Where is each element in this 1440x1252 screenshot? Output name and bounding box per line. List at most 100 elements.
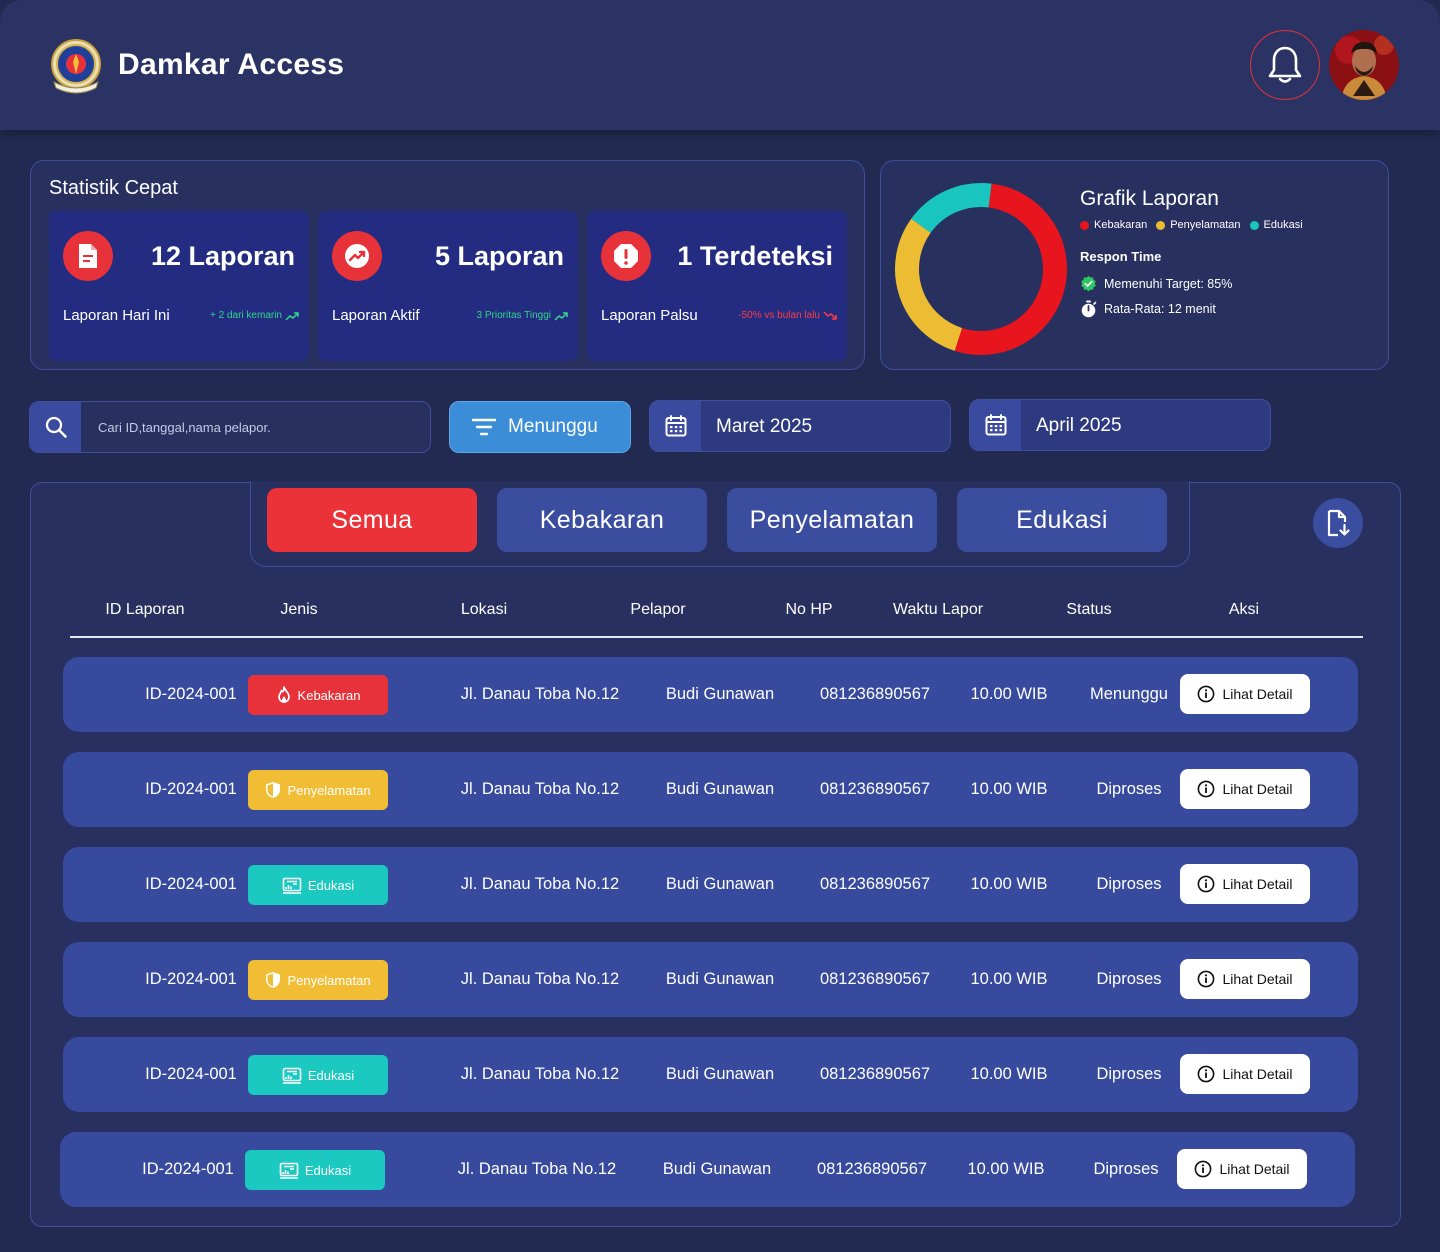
table-row: ID-2024-001 Edukasi Jl. Danau Toba No.12…: [63, 1037, 1358, 1112]
jenis-badge-edukasi: Edukasi: [248, 1055, 388, 1095]
cell-no-hp: 081236890567: [819, 1065, 931, 1083]
calendar-icon: [650, 401, 701, 451]
stat-label: Laporan Palsu: [601, 307, 698, 324]
respon-average-row: Rata-Rata: 12 menit: [1080, 300, 1216, 318]
info-icon: [1198, 970, 1215, 988]
cell-id: ID-2024-001: [145, 970, 237, 988]
document-icon: [63, 231, 113, 281]
status-filter-label: Menunggu: [508, 416, 598, 437]
tab-semua[interactable]: Semua: [267, 488, 477, 552]
cell-waktu: 10.00 WIB: [970, 685, 1048, 703]
cell-pelapor: Budi Gunawan: [665, 685, 775, 703]
stat-delta: 3 Prioritas Tinggi: [477, 310, 568, 321]
respon-time-title: Respon Time: [1080, 249, 1162, 264]
table-row: ID-2024-001 Penyelamatan Jl. Danau Toba …: [63, 752, 1358, 827]
category-tabs: Semua Kebakaran Penyelamatan Edukasi: [250, 481, 1190, 567]
respon-average-text: Rata-Rata: 12 menit: [1104, 302, 1216, 316]
presentation-icon: [279, 1162, 299, 1179]
chart-legend: Kebakaran Penyelamatan Edukasi: [1080, 219, 1303, 231]
jenis-badge-penyelamatan: Penyelamatan: [248, 770, 388, 810]
cell-pelapor: Budi Gunawan: [665, 970, 775, 988]
stat-card-laporan-hari-ini: 12 Laporan Laporan Hari Ini + 2 dari kem…: [49, 211, 309, 361]
lihat-detail-button[interactable]: Lihat Detail: [1180, 769, 1310, 809]
cell-id: ID-2024-001: [142, 1160, 234, 1178]
stat-value: 5 Laporan: [434, 241, 564, 271]
cell-status: Menunggu: [1090, 685, 1168, 703]
cell-pelapor: Budi Gunawan: [665, 1065, 775, 1083]
table-row: ID-2024-001 Kebakaran Jl. Danau Toba No.…: [63, 657, 1358, 732]
cell-id: ID-2024-001: [145, 875, 237, 893]
stat-value: 12 Laporan: [150, 241, 295, 271]
tab-kebakaran[interactable]: Kebakaran: [497, 488, 707, 552]
trend-down-icon: [823, 310, 837, 320]
cell-waktu: 10.00 WIB: [970, 780, 1048, 798]
tab-edukasi[interactable]: Edukasi: [957, 488, 1167, 552]
cell-id: ID-2024-001: [145, 780, 237, 798]
cell-pelapor: Budi Gunawan: [662, 1160, 772, 1178]
flame-icon: [277, 686, 290, 703]
table-row: ID-2024-001 Edukasi Jl. Danau Toba No.12…: [63, 847, 1358, 922]
date-to-picker[interactable]: April 2025: [969, 399, 1271, 451]
cell-pelapor: Budi Gunawan: [665, 875, 775, 893]
notification-button[interactable]: [1250, 30, 1320, 100]
jenis-badge-penyelamatan: Penyelamatan: [248, 960, 388, 1000]
respon-target-text: Memenuhi Target: 85%: [1104, 276, 1233, 291]
file-download-icon: [1327, 509, 1350, 537]
cell-waktu: 10.00 WIB: [967, 1160, 1045, 1178]
lihat-detail-label: Lihat Detail: [1222, 971, 1293, 987]
app-root: Damkar Access Statistik Cepat 12 Laporan…: [0, 0, 1440, 1252]
lihat-detail-button[interactable]: Lihat Detail: [1180, 959, 1310, 999]
calendar-icon: [970, 400, 1021, 450]
cell-no-hp: 081236890567: [819, 875, 931, 893]
presentation-icon: [282, 1067, 302, 1084]
stat-delta-text: -50% vs bulan lalu: [738, 310, 820, 321]
lihat-detail-button[interactable]: Lihat Detail: [1177, 1149, 1307, 1189]
stat-delta-text: + 2 dari kemarin: [210, 310, 282, 321]
jenis-label: Penyelamatan: [287, 972, 371, 988]
tab-penyelamatan[interactable]: Penyelamatan: [727, 488, 937, 552]
chart-panel: Grafik Laporan Kebakaran Penyelamatan Eduk…: [880, 160, 1389, 370]
cell-waktu: 10.00 WIB: [970, 970, 1048, 988]
lihat-detail-button[interactable]: Lihat Detail: [1180, 864, 1310, 904]
legend-item-edukasi: Edukasi: [1249, 219, 1303, 231]
top-header: Damkar Access: [0, 0, 1440, 130]
jenis-label: Penyelamatan: [287, 782, 371, 798]
search-box: [29, 401, 431, 453]
user-avatar[interactable]: [1329, 30, 1399, 100]
app-title: Damkar Access: [118, 48, 345, 81]
cell-no-hp: 081236890567: [819, 685, 931, 703]
lihat-detail-button[interactable]: Lihat Detail: [1180, 1054, 1310, 1094]
donut-slice-kebakaran: [954, 183, 1067, 355]
legend-label: Edukasi: [1263, 219, 1303, 231]
damkar-emblem-logo: [46, 36, 106, 96]
export-button[interactable]: [1313, 498, 1363, 548]
status-filter-button[interactable]: Menunggu: [449, 401, 631, 453]
legend-item-kebakaran: Kebakaran: [1080, 219, 1147, 231]
cell-id: ID-2024-001: [145, 1065, 237, 1083]
cell-waktu: 10.00 WIB: [970, 1065, 1048, 1083]
cell-status: Diproses: [1096, 875, 1162, 893]
search-icon[interactable]: [30, 402, 81, 452]
column-header-jenis: Jenis: [280, 601, 318, 618]
filter-icon: [472, 418, 496, 436]
legend-dot: [1249, 220, 1259, 230]
stat-label: Laporan Aktif: [332, 307, 420, 324]
check-badge-icon: [1081, 276, 1096, 292]
date-from-picker[interactable]: Maret 2025: [649, 400, 951, 452]
cell-no-hp: 081236890567: [819, 780, 931, 798]
jenis-badge-kebakaran: Kebakaran: [248, 675, 388, 715]
donut-chart: [895, 183, 1067, 355]
legend-dot: [1080, 220, 1089, 230]
stat-label: Laporan Hari Ini: [63, 307, 170, 324]
trend-up-icon: [285, 311, 299, 321]
respon-target-row: Memenuhi Target: 85%: [1080, 275, 1232, 292]
cell-lokasi: Jl. Danau Toba No.12: [460, 1065, 620, 1083]
info-icon: [1195, 1160, 1212, 1178]
column-header-waktu: Waktu Lapor: [892, 601, 984, 618]
lihat-detail-button[interactable]: Lihat Detail: [1180, 674, 1310, 714]
date-from-text: Maret 2025: [716, 416, 813, 437]
search-input[interactable]: [81, 402, 430, 452]
column-header-aksi: Aksi: [1228, 601, 1260, 618]
jenis-label: Kebakaran: [297, 687, 361, 703]
legend-label: Penyelamatan: [1170, 219, 1241, 231]
